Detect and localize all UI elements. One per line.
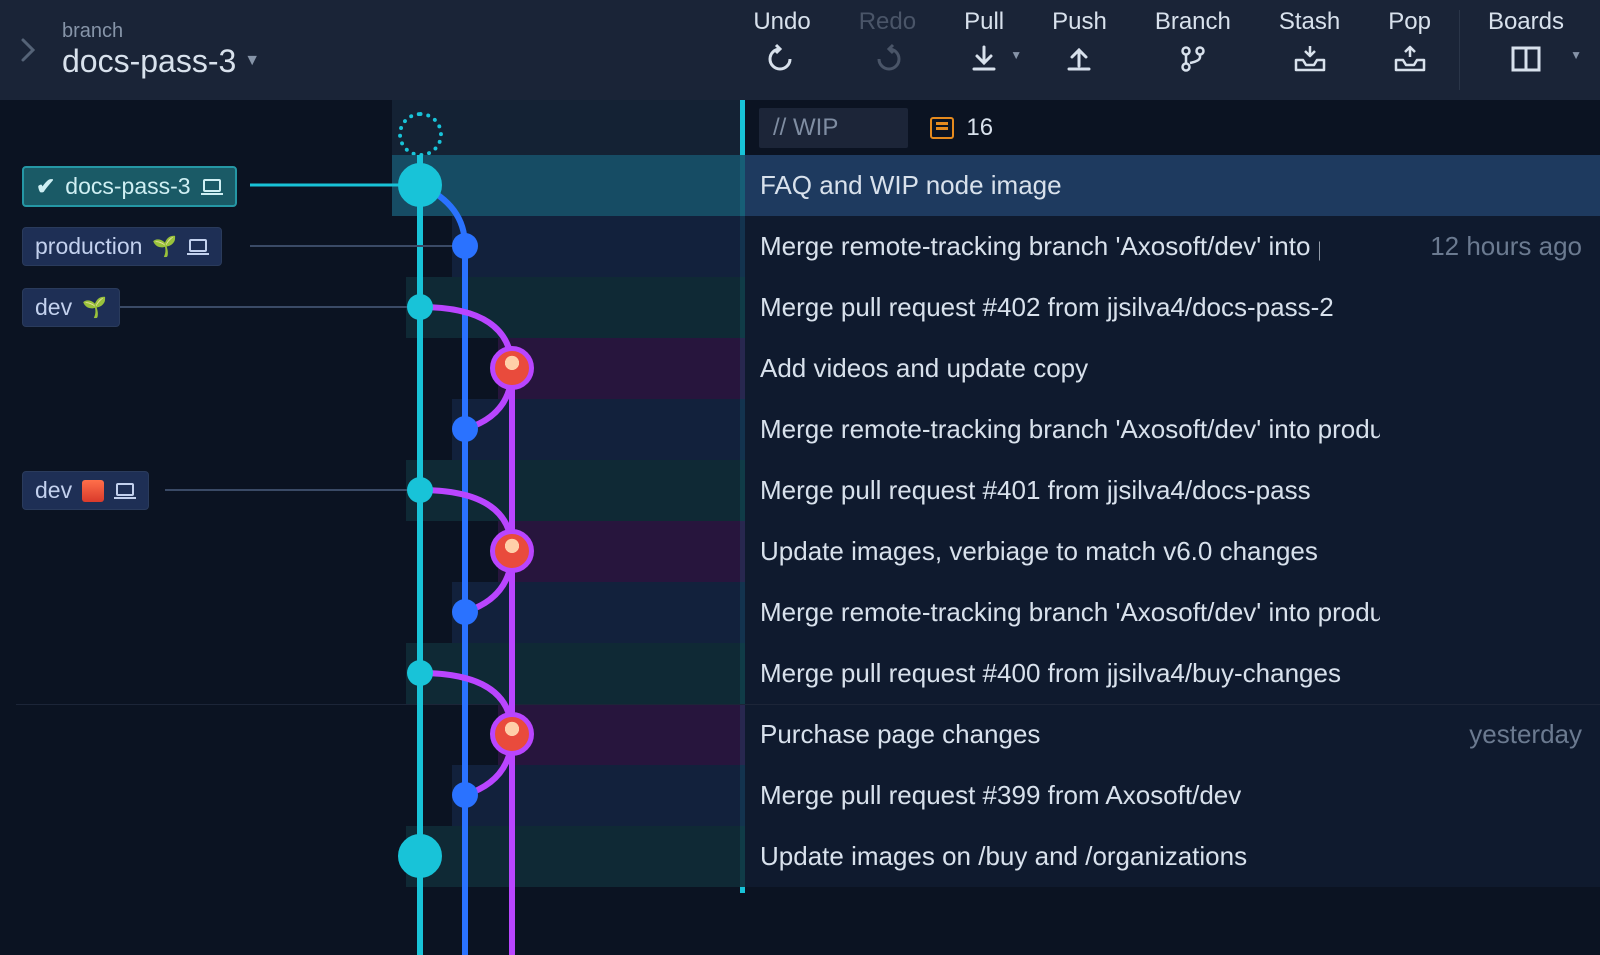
boards-button[interactable]: Boards ▼ — [1464, 0, 1588, 100]
commit-node[interactable] — [407, 660, 433, 686]
avatar-icon — [82, 480, 104, 502]
pull-button[interactable]: Pull ▼ — [940, 0, 1028, 100]
branch-badge-dev[interactable]: dev 🌱 — [22, 288, 120, 327]
commit-node[interactable] — [407, 477, 433, 503]
wip-node-icon — [398, 112, 443, 157]
laptop-icon — [187, 238, 209, 256]
branch-name: docs-pass-3 — [62, 43, 236, 80]
commit-message: Merge remote-tracking branch 'Axosoft/de… — [760, 399, 1380, 460]
commit-message: Update images on /buy and /organizations — [760, 826, 1247, 887]
commit-node[interactable] — [452, 416, 478, 442]
branch-badge-dev-remote[interactable]: dev — [22, 471, 149, 510]
commit-row[interactable]: Update images on /buy and /organizations — [0, 826, 1600, 887]
laptop-icon — [201, 178, 223, 196]
branch-badge-production[interactable]: production 🌱 — [22, 227, 222, 266]
commit-node[interactable] — [490, 712, 534, 756]
redo-button[interactable]: Redo — [835, 0, 940, 100]
branch-selector[interactable]: branch docs-pass-3 ▼ — [62, 21, 260, 80]
commit-message: Merge remote-tracking branch 'Axosoft/de… — [760, 582, 1380, 643]
commit-node[interactable] — [398, 163, 442, 207]
commit-time: yesterday — [1469, 704, 1582, 765]
commit-row[interactable]: Merge pull request #402 from jjsilva4/do… — [0, 277, 1600, 338]
wip-label: // WIP — [759, 108, 908, 148]
chevron-down-icon[interactable]: ▼ — [1010, 48, 1022, 62]
date-separator — [16, 704, 1600, 705]
pop-button[interactable]: Pop — [1364, 0, 1455, 100]
stash-icon — [1293, 42, 1327, 76]
commit-node[interactable] — [398, 834, 442, 878]
branch-button[interactable]: Branch — [1131, 0, 1255, 100]
leaf-icon: 🌱 — [82, 295, 107, 320]
commit-row[interactable]: FAQ and WIP node image — [0, 155, 1600, 216]
toolbar-actions: Undo Redo Pull ▼ Push Branch — [729, 0, 1588, 100]
chevron-down-icon[interactable]: ▼ — [1570, 48, 1582, 62]
undo-icon — [765, 42, 799, 76]
commit-node[interactable] — [452, 233, 478, 259]
commit-message: Merge pull request #400 from jjsilva4/bu… — [760, 643, 1341, 704]
commit-rows: FAQ and WIP node image Merge remote-trac… — [0, 155, 1600, 887]
commit-message: Merge pull request #399 from Axosoft/dev — [760, 765, 1241, 826]
commit-row[interactable]: Purchase page changes yesterday — [0, 704, 1600, 765]
commit-node[interactable] — [407, 294, 433, 320]
commit-row[interactable]: Merge remote-tracking branch 'Axosoft/de… — [0, 399, 1600, 460]
commit-message: Merge remote-tracking branch 'Axosoft/de… — [760, 216, 1320, 277]
commit-node[interactable] — [452, 599, 478, 625]
commit-time: 12 hours ago — [1430, 216, 1582, 277]
pop-icon — [1393, 42, 1427, 76]
laptop-icon — [114, 482, 136, 500]
branch-icon — [1176, 42, 1210, 76]
commit-row[interactable]: Merge remote-tracking branch 'Axosoft/de… — [0, 582, 1600, 643]
commit-row[interactable]: Update images, verbiage to match v6.0 ch… — [0, 521, 1600, 582]
push-icon — [1062, 42, 1096, 76]
undo-button[interactable]: Undo — [729, 0, 834, 100]
check-icon: ✔ — [36, 173, 55, 200]
commit-message: Merge pull request #401 from jjsilva4/do… — [760, 460, 1311, 521]
commit-node[interactable] — [490, 346, 534, 390]
leaf-icon: 🌱 — [152, 234, 177, 259]
collapse-chevron-icon[interactable] — [8, 20, 48, 80]
boards-icon — [1509, 42, 1543, 76]
commit-row[interactable]: Add videos and update copy — [0, 338, 1600, 399]
branch-label: branch — [62, 21, 260, 41]
chevron-down-icon: ▼ — [244, 52, 260, 70]
branch-badge-current[interactable]: ✔ docs-pass-3 — [22, 166, 237, 207]
commit-row[interactable]: Merge pull request #401 from jjsilva4/do… — [0, 460, 1600, 521]
commit-message: FAQ and WIP node image — [760, 155, 1062, 216]
commit-graph: // WIP 16 FAQ and WIP node image Merge r… — [0, 100, 1600, 893]
wip-row[interactable]: // WIP 16 — [0, 100, 1600, 155]
commit-node[interactable] — [452, 782, 478, 808]
push-button[interactable]: Push — [1028, 0, 1131, 100]
commit-message: Add videos and update copy — [760, 338, 1088, 399]
redo-icon — [870, 42, 904, 76]
commit-node[interactable] — [490, 529, 534, 573]
toolbar-divider — [1459, 10, 1460, 90]
file-count-icon — [930, 117, 954, 139]
wip-file-count[interactable]: 16 — [930, 114, 993, 142]
commit-message: Merge pull request #402 from jjsilva4/do… — [760, 277, 1334, 338]
toolbar: branch docs-pass-3 ▼ Undo Redo Pull ▼ — [0, 0, 1600, 100]
commit-row[interactable]: Merge pull request #399 from Axosoft/dev — [0, 765, 1600, 826]
stash-button[interactable]: Stash — [1255, 0, 1364, 100]
commit-message: Update images, verbiage to match v6.0 ch… — [760, 521, 1318, 582]
commit-row[interactable]: Merge pull request #400 from jjsilva4/bu… — [0, 643, 1600, 704]
commit-row[interactable]: Merge remote-tracking branch 'Axosoft/de… — [0, 216, 1600, 277]
commit-message: Purchase page changes — [760, 704, 1040, 765]
pull-icon — [967, 42, 1001, 76]
